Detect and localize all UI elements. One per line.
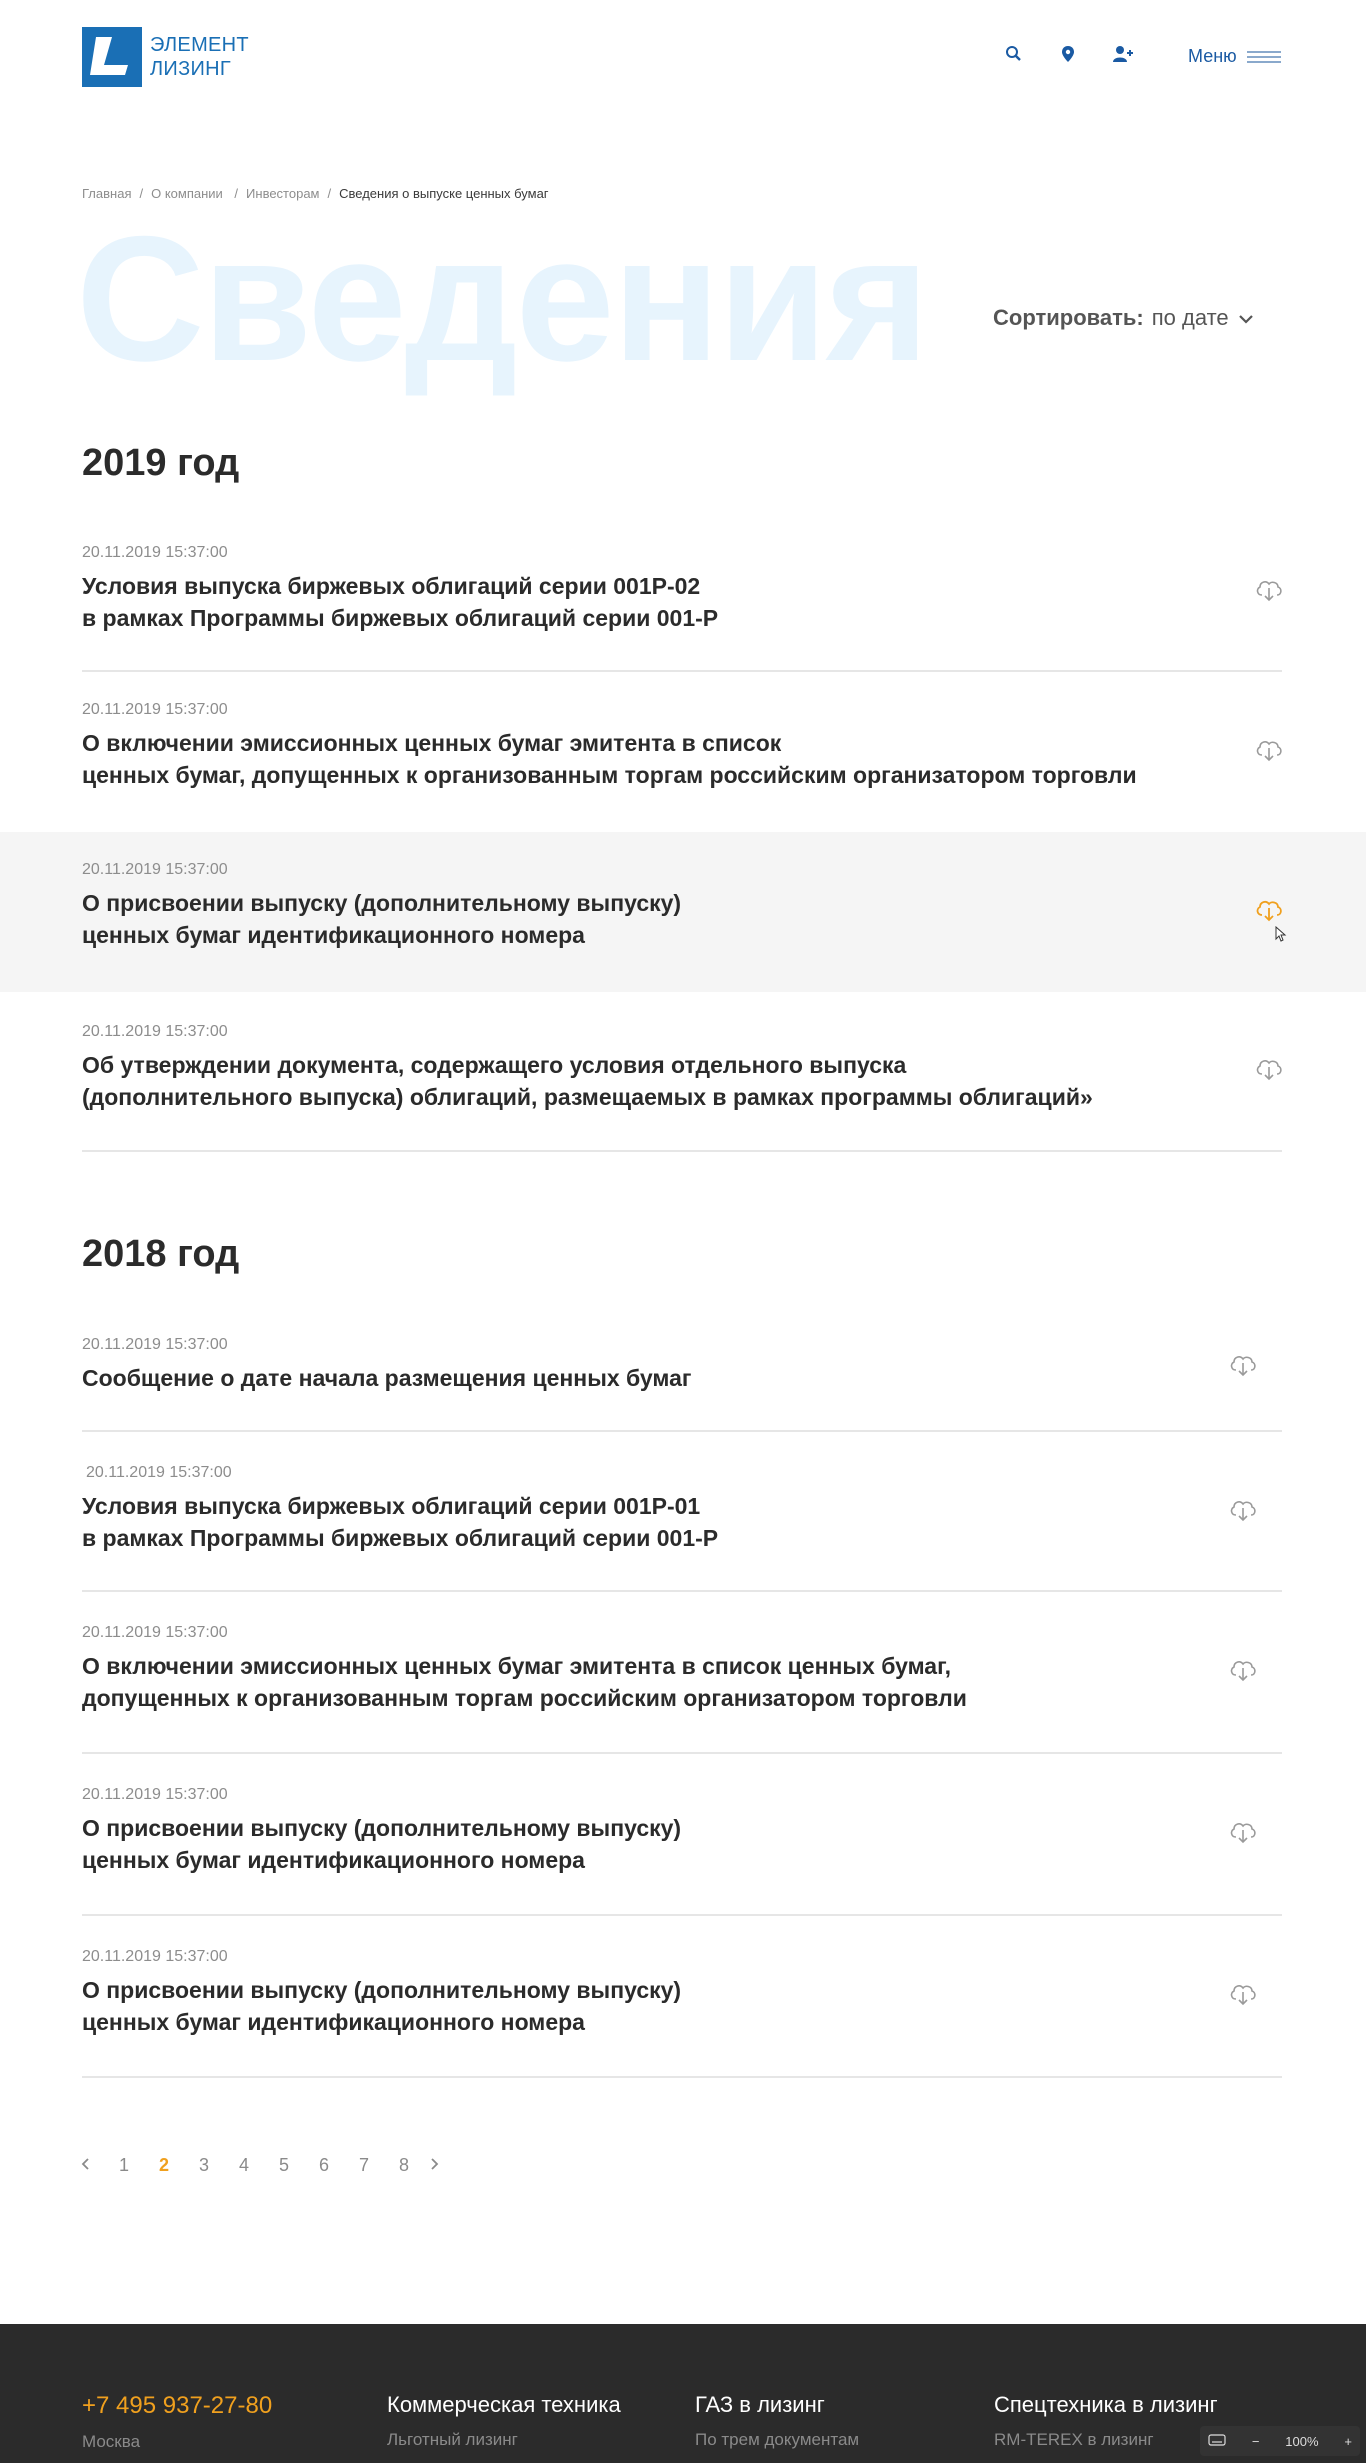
document-date: 20.11.2019 15:37:00 [82, 861, 228, 878]
document-row[interactable]: 20.11.2019 15:37:00 О присвоении выпуску… [0, 1916, 1366, 2076]
footer-heading[interactable]: ГАЗ в лизинг [695, 2392, 859, 2418]
document-date: 20.11.2019 15:37:00 [82, 544, 228, 561]
footer-column-special: Спецтехника в лизинг RM-TEREX в лизинг [994, 2392, 1218, 2450]
footer-contacts: +7 495 937-27-80 Москва [82, 2392, 272, 2452]
page-title-background: Сведения [76, 199, 929, 398]
page-link-current[interactable]: 2 [144, 2155, 184, 2176]
logo-text: ЭЛЕМЕНТ ЛИЗИНГ [150, 33, 249, 81]
cloud-download-icon[interactable] [1254, 577, 1284, 603]
document-row-hovered[interactable]: 20.11.2019 15:37:00 О присвоении выпуску… [0, 832, 1366, 992]
document-title[interactable]: Об утверждении документа, содержащего ус… [82, 1049, 1282, 1113]
divider [82, 2076, 1282, 2078]
cloud-download-icon[interactable] [1228, 1497, 1258, 1523]
site-header: ЭЛЕМЕНТ ЛИЗИНГ Меню [0, 0, 1366, 120]
keyboard-icon[interactable] [1208, 2433, 1226, 2449]
zoom-in-button[interactable]: + [1344, 2434, 1352, 2449]
sort-label: Сортировать: [993, 305, 1144, 330]
logo-line1: ЭЛЕМЕНТ [150, 34, 249, 56]
document-date: 20.11.2019 15:37:00 [82, 1023, 228, 1040]
document-date: 20.11.2019 15:37:00 [82, 1336, 228, 1353]
cloud-download-icon[interactable] [1228, 1657, 1258, 1683]
document-title[interactable]: Условия выпуска биржевых облигаций серии… [82, 1490, 1286, 1554]
menu-label: Меню [1188, 46, 1237, 66]
page-link[interactable]: 7 [344, 2155, 384, 2176]
document-title[interactable]: Условия выпуска биржевых облигаций серии… [82, 570, 1282, 634]
hamburger-icon [1246, 50, 1281, 63]
document-date: 20.11.2019 15:37:00 [82, 1948, 228, 1965]
sort-dropdown[interactable]: Сортировать: по дате [993, 305, 1255, 331]
page-link[interactable]: 4 [224, 2155, 264, 2176]
page-link[interactable]: 8 [384, 2155, 424, 2176]
page-link[interactable]: 3 [184, 2155, 224, 2176]
document-title[interactable]: О присвоении выпуску (дополнительному вы… [82, 887, 1282, 951]
footer-heading[interactable]: Коммерческая техника [387, 2392, 621, 2418]
footer-city: Москва [82, 2432, 141, 2451]
chevron-down-icon [1237, 305, 1255, 331]
pagination: 1 2 3 4 5 6 7 8 [80, 2155, 442, 2176]
document-date: 20.11.2019 15:37:00 [82, 1786, 228, 1803]
document-row[interactable]: 20.11.2019 15:37:00 Условия выпуска бирж… [0, 530, 1366, 670]
location-pin-icon[interactable] [1058, 44, 1078, 64]
cloud-download-icon[interactable] [1254, 897, 1284, 923]
document-date: 20.11.2019 15:37:00 [86, 1464, 232, 1481]
footer-link[interactable]: RM-TEREX в лизинг [994, 2430, 1218, 2450]
document-row[interactable]: 20.11.2019 15:37:00 Сообщение о дате нач… [0, 1325, 1366, 1430]
divider [82, 1150, 1282, 1152]
document-title[interactable]: О включении эмиссионных ценных бумаг эми… [82, 727, 1282, 791]
document-title[interactable]: О присвоении выпуску (дополнительному вы… [82, 1974, 1282, 2038]
cloud-download-icon[interactable] [1254, 1056, 1284, 1082]
header-icons [1004, 44, 1133, 64]
search-icon[interactable] [1004, 44, 1024, 64]
zoom-out-button[interactable]: − [1252, 2434, 1260, 2449]
cloud-download-icon[interactable] [1228, 1352, 1258, 1378]
logo-mark [82, 27, 142, 87]
page-link[interactable]: 6 [304, 2155, 344, 2176]
footer-column-commercial: Коммерческая техника Льготный лизинг [387, 2392, 621, 2450]
document-date: 20.11.2019 15:37:00 [82, 1624, 228, 1641]
document-row[interactable]: 20.11.2019 15:37:00 Условия выпуска бирж… [0, 1432, 1366, 1590]
footer-link[interactable]: Льготный лизинг [387, 2430, 621, 2450]
page-link[interactable]: 1 [104, 2155, 144, 2176]
document-title[interactable]: О присвоении выпуску (дополнительному вы… [82, 1812, 1282, 1876]
cloud-download-icon[interactable] [1228, 1981, 1258, 2007]
sort-value: по дате [1151, 305, 1229, 330]
document-row[interactable]: 20.11.2019 15:37:00 Об утверждении докум… [0, 992, 1366, 1152]
document-title[interactable]: О включении эмиссионных ценных бумаг эми… [82, 1650, 1282, 1714]
cloud-download-icon[interactable] [1254, 737, 1284, 763]
year-heading-2019: 2019 год [82, 442, 240, 484]
document-row[interactable]: 20.11.2019 15:37:00 О включении эмиссион… [0, 672, 1366, 832]
document-row[interactable]: 20.11.2019 15:37:00 О присвоении выпуску… [0, 1754, 1366, 1914]
site-footer: +7 495 937-27-80 Москва Коммерческая тех… [0, 2324, 1366, 2463]
page-link[interactable]: 5 [264, 2155, 304, 2176]
cloud-download-icon[interactable] [1228, 1819, 1258, 1845]
chevron-right-icon[interactable] [430, 2155, 442, 2176]
mouse-cursor-icon [1275, 925, 1287, 947]
year-heading-2018: 2018 год [82, 1233, 240, 1275]
footer-phone[interactable]: +7 495 937-27-80 [82, 2392, 272, 2420]
footer-link[interactable]: По трем документам [695, 2430, 859, 2450]
document-row[interactable]: 20.11.2019 15:37:00 О включении эмиссион… [0, 1592, 1366, 1752]
footer-heading[interactable]: Спецтехника в лизинг [994, 2392, 1218, 2418]
zoom-control: − 100% + [1200, 2426, 1360, 2456]
menu-button[interactable]: Меню [1188, 46, 1281, 67]
footer-column-gaz: ГАЗ в лизинг По трем документам [695, 2392, 859, 2450]
document-title[interactable]: Сообщение о дате начала размещения ценны… [82, 1362, 1282, 1394]
user-add-icon[interactable] [1112, 44, 1133, 64]
logo-line2: ЛИЗИНГ [150, 58, 232, 80]
chevron-left-icon[interactable] [80, 2155, 92, 2176]
logo[interactable]: ЭЛЕМЕНТ ЛИЗИНГ [82, 27, 249, 87]
zoom-level: 100% [1285, 2433, 1319, 2449]
document-date: 20.11.2019 15:37:00 [82, 701, 228, 718]
